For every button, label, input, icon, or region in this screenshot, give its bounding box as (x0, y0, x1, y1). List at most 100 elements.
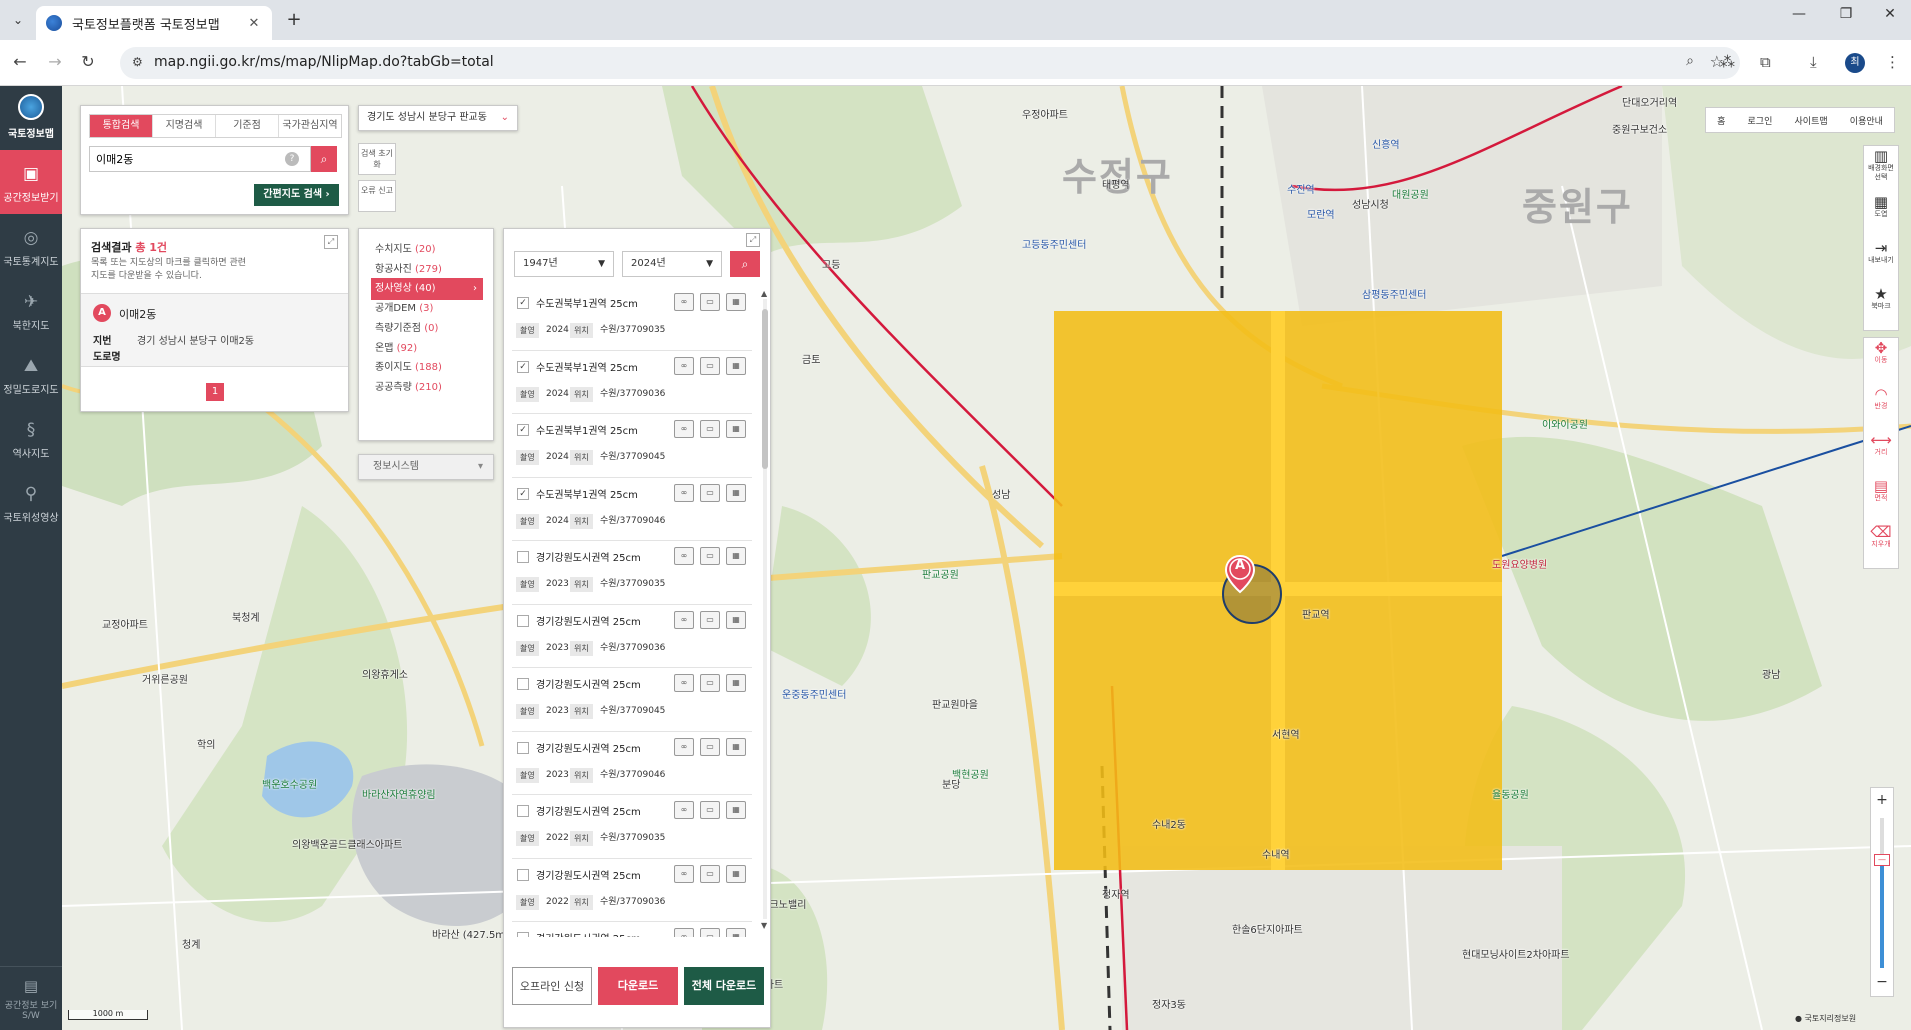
download-all-button[interactable]: 전체 다운로드 (684, 967, 764, 1005)
offline-request-button[interactable]: 오프라인 신청 (512, 967, 592, 1005)
imagery-item[interactable]: 경기강원도시권역 25cm ∞ ▭ ▦ 촬영 2023 위치 수원/37709045 (512, 668, 752, 732)
search-tab-2[interactable]: 지명검색 (153, 115, 216, 137)
error-report-button[interactable]: 오류 신고 (358, 180, 396, 212)
tool-group2-5[interactable]: ⌫ 지우개 (1864, 522, 1898, 568)
category-item[interactable]: 측량기준점 (0) (371, 318, 483, 340)
topnav-3[interactable]: 사이트맵 (1795, 114, 1828, 127)
imagery-item[interactable]: ✓ 수도권북부1권역 25cm ∞ ▭ ▦ 촬영 2024 위치 수원/37709035 (512, 287, 752, 351)
category-item[interactable]: 온맵 (92) (371, 338, 483, 360)
item-checkbox[interactable] (517, 678, 529, 690)
topnav-2[interactable]: 로그인 (1748, 114, 1773, 127)
browser-tab[interactable]: 국토정보플랫폼 국토정보맵 ✕ (36, 6, 272, 40)
imagery-item[interactable]: 경기강원도시권역 25cm ∞ ▭ ▦ 촬영 2022 위치 수원/37709035 (512, 795, 752, 859)
item-checkbox[interactable]: ✓ (517, 487, 529, 500)
category-item[interactable]: 정사영상 (40) (371, 278, 483, 301)
imagery-item[interactable]: ✓ 수도권북부1권역 25cm ∞ ▭ ▦ 촬영 2024 위치 수원/37709036 (512, 351, 752, 414)
preview-link-icon[interactable]: ∞ (674, 610, 694, 629)
metadata-icon[interactable]: ▭ (700, 864, 720, 883)
download-button[interactable]: 다운로드 (598, 967, 678, 1005)
zoom-magnifier-icon[interactable]: ⌕ (1686, 53, 1694, 69)
category-item[interactable]: 종이지도 (188) (371, 357, 483, 379)
grid-tiles-icon[interactable]: ▦ (726, 928, 746, 937)
omnibox[interactable]: ⚙ map.ngii.go.kr/ms/map/NlipMap.do?tabGb… (120, 47, 1740, 79)
browser-menu-icon[interactable]: ⋮ (1885, 53, 1900, 71)
scroll-down-icon[interactable]: ▼ (761, 921, 767, 930)
grid-tiles-icon[interactable]: ▦ (726, 674, 746, 692)
topnav-1[interactable]: 홈 (1717, 114, 1725, 127)
location-dropdown[interactable]: 경기도 성남시 분당구 판교동 ⌄ (358, 105, 518, 131)
expand-panel-icon[interactable]: ⤢ (746, 233, 760, 247)
imagery-item[interactable]: 경기강원도시권역 25cm ∞ ▭ ▦ 촬영 2023 위치 수원/37709035 (512, 541, 752, 605)
search-reset-button[interactable]: 검색 초기화 (358, 143, 396, 175)
grid-tiles-icon[interactable]: ▦ (726, 420, 746, 438)
item-checkbox[interactable] (517, 805, 529, 817)
profile-avatar[interactable]: 최 (1845, 53, 1865, 73)
forward-arrow-icon[interactable]: → (44, 52, 66, 71)
nav-item-5[interactable]: § 역사지도 (0, 406, 62, 470)
search-tab-4[interactable]: 국가관심지역 (279, 115, 341, 137)
item-checkbox[interactable]: ✓ (517, 424, 529, 436)
tool-group1-2[interactable]: ▦ 도엽 (1864, 192, 1898, 238)
zoom-out-button[interactable]: − (1871, 974, 1893, 990)
preview-link-icon[interactable]: ∞ (674, 928, 694, 937)
preview-link-icon[interactable]: ∞ (674, 483, 694, 502)
translate-icon[interactable]: ⁂ (1720, 53, 1735, 71)
item-checkbox[interactable]: ✓ (517, 297, 529, 309)
preview-link-icon[interactable]: ∞ (674, 420, 694, 438)
search-tab-1[interactable]: 통합검색 (90, 115, 153, 137)
grid-tiles-icon[interactable]: ▦ (726, 293, 746, 311)
item-checkbox[interactable] (517, 741, 529, 754)
imagery-item[interactable]: ✓ 수도권북부1권역 25cm ∞ ▭ ▦ 촬영 2024 위치 수원/37709046 (512, 478, 752, 541)
grid-tiles-icon[interactable]: ▦ (726, 483, 746, 502)
tool-group1-1[interactable]: ▥ 배경화면 선택 (1864, 146, 1898, 192)
nav-item-2[interactable]: ◎ 국토통계지도 (0, 214, 62, 278)
year-to-select[interactable]: 2024년 ▼ (622, 251, 722, 277)
preview-link-icon[interactable]: ∞ (674, 801, 694, 819)
downloads-icon[interactable]: ⤓ (1810, 53, 1817, 71)
year-search-button[interactable]: ⌕ (730, 251, 760, 277)
expand-panel-icon[interactable]: ⤢ (324, 235, 338, 249)
grid-tiles-icon[interactable]: ▦ (726, 610, 746, 629)
grid-tiles-icon[interactable]: ▦ (726, 547, 746, 565)
zoom-slider-knob[interactable]: — (1874, 854, 1890, 866)
metadata-icon[interactable]: ▭ (700, 737, 720, 756)
list-scrollbar[interactable]: ▲ ▼ (761, 289, 769, 930)
close-window-icon[interactable]: ✕ (1870, 6, 1910, 22)
tool-group2-2[interactable]: ◠ 반경 (1864, 384, 1898, 430)
new-tab-plus-icon[interactable]: + (282, 8, 306, 32)
imagery-item[interactable]: 경기강원도시권역 25cm ∞ ▭ ▦ 촬영 2023 위치 수원/37709046 (512, 732, 752, 795)
nav-item-1[interactable]: ▣ 공간정보받기 (0, 150, 62, 214)
nav-logo[interactable]: 국토정보맵 (0, 86, 62, 150)
metadata-icon[interactable]: ▭ (700, 610, 720, 629)
tool-group1-4[interactable]: ★ 북마크 (1864, 284, 1898, 330)
thematic-map-search-button[interactable]: 간편지도 검색 › (254, 184, 339, 206)
item-checkbox[interactable] (517, 614, 529, 627)
tool-group2-4[interactable]: ▤ 면적 (1864, 476, 1898, 522)
zoom-in-button[interactable]: + (1871, 792, 1893, 808)
nav-bottom-sw[interactable]: ▤ 공간정보 보기 S/W (0, 966, 62, 1030)
tool-group1-3[interactable]: ⇥ 내보내기 (1864, 238, 1898, 284)
imagery-item[interactable]: ✓ 수도권북부1권역 25cm ∞ ▭ ▦ 촬영 2024 위치 수원/37709045 (512, 414, 752, 478)
category-item[interactable]: 항공사진 (279) (371, 259, 483, 281)
extensions-puzzle-icon[interactable]: ⧉ (1760, 53, 1771, 71)
preview-link-icon[interactable]: ∞ (674, 737, 694, 756)
item-checkbox[interactable] (517, 551, 529, 563)
year-from-select[interactable]: 1947년 ▼ (514, 251, 614, 277)
scroll-up-icon[interactable]: ▲ (761, 289, 767, 298)
tab-list-chevron-icon[interactable]: ⌄ (6, 8, 30, 32)
category-item[interactable]: 공공측량 (210) (371, 377, 483, 399)
item-checkbox[interactable]: ✓ (517, 360, 529, 373)
topnav-4[interactable]: 이용안내 (1850, 114, 1883, 127)
search-button[interactable]: ⌕ (311, 146, 337, 172)
preview-link-icon[interactable]: ∞ (674, 864, 694, 883)
nav-item-4[interactable]: ⛰ 정밀도로지도 (0, 342, 62, 406)
grid-tiles-icon[interactable]: ▦ (726, 356, 746, 375)
category-item[interactable]: 수치지도 (20) (371, 239, 483, 261)
close-tab-icon[interactable]: ✕ (246, 16, 262, 31)
result-marker-a[interactable]: A (1224, 554, 1256, 594)
url-text[interactable]: map.ngii.go.kr/ms/map/NlipMap.do?tabGb=t… (154, 54, 494, 70)
preview-link-icon[interactable]: ∞ (674, 674, 694, 692)
back-arrow-icon[interactable]: ← (9, 52, 31, 71)
scroll-thumb[interactable] (762, 309, 768, 469)
imagery-item[interactable]: 경기강원도시권역 25cm ∞ ▭ ▦ 촬영 2022 위치 수원/37709036 (512, 859, 752, 922)
